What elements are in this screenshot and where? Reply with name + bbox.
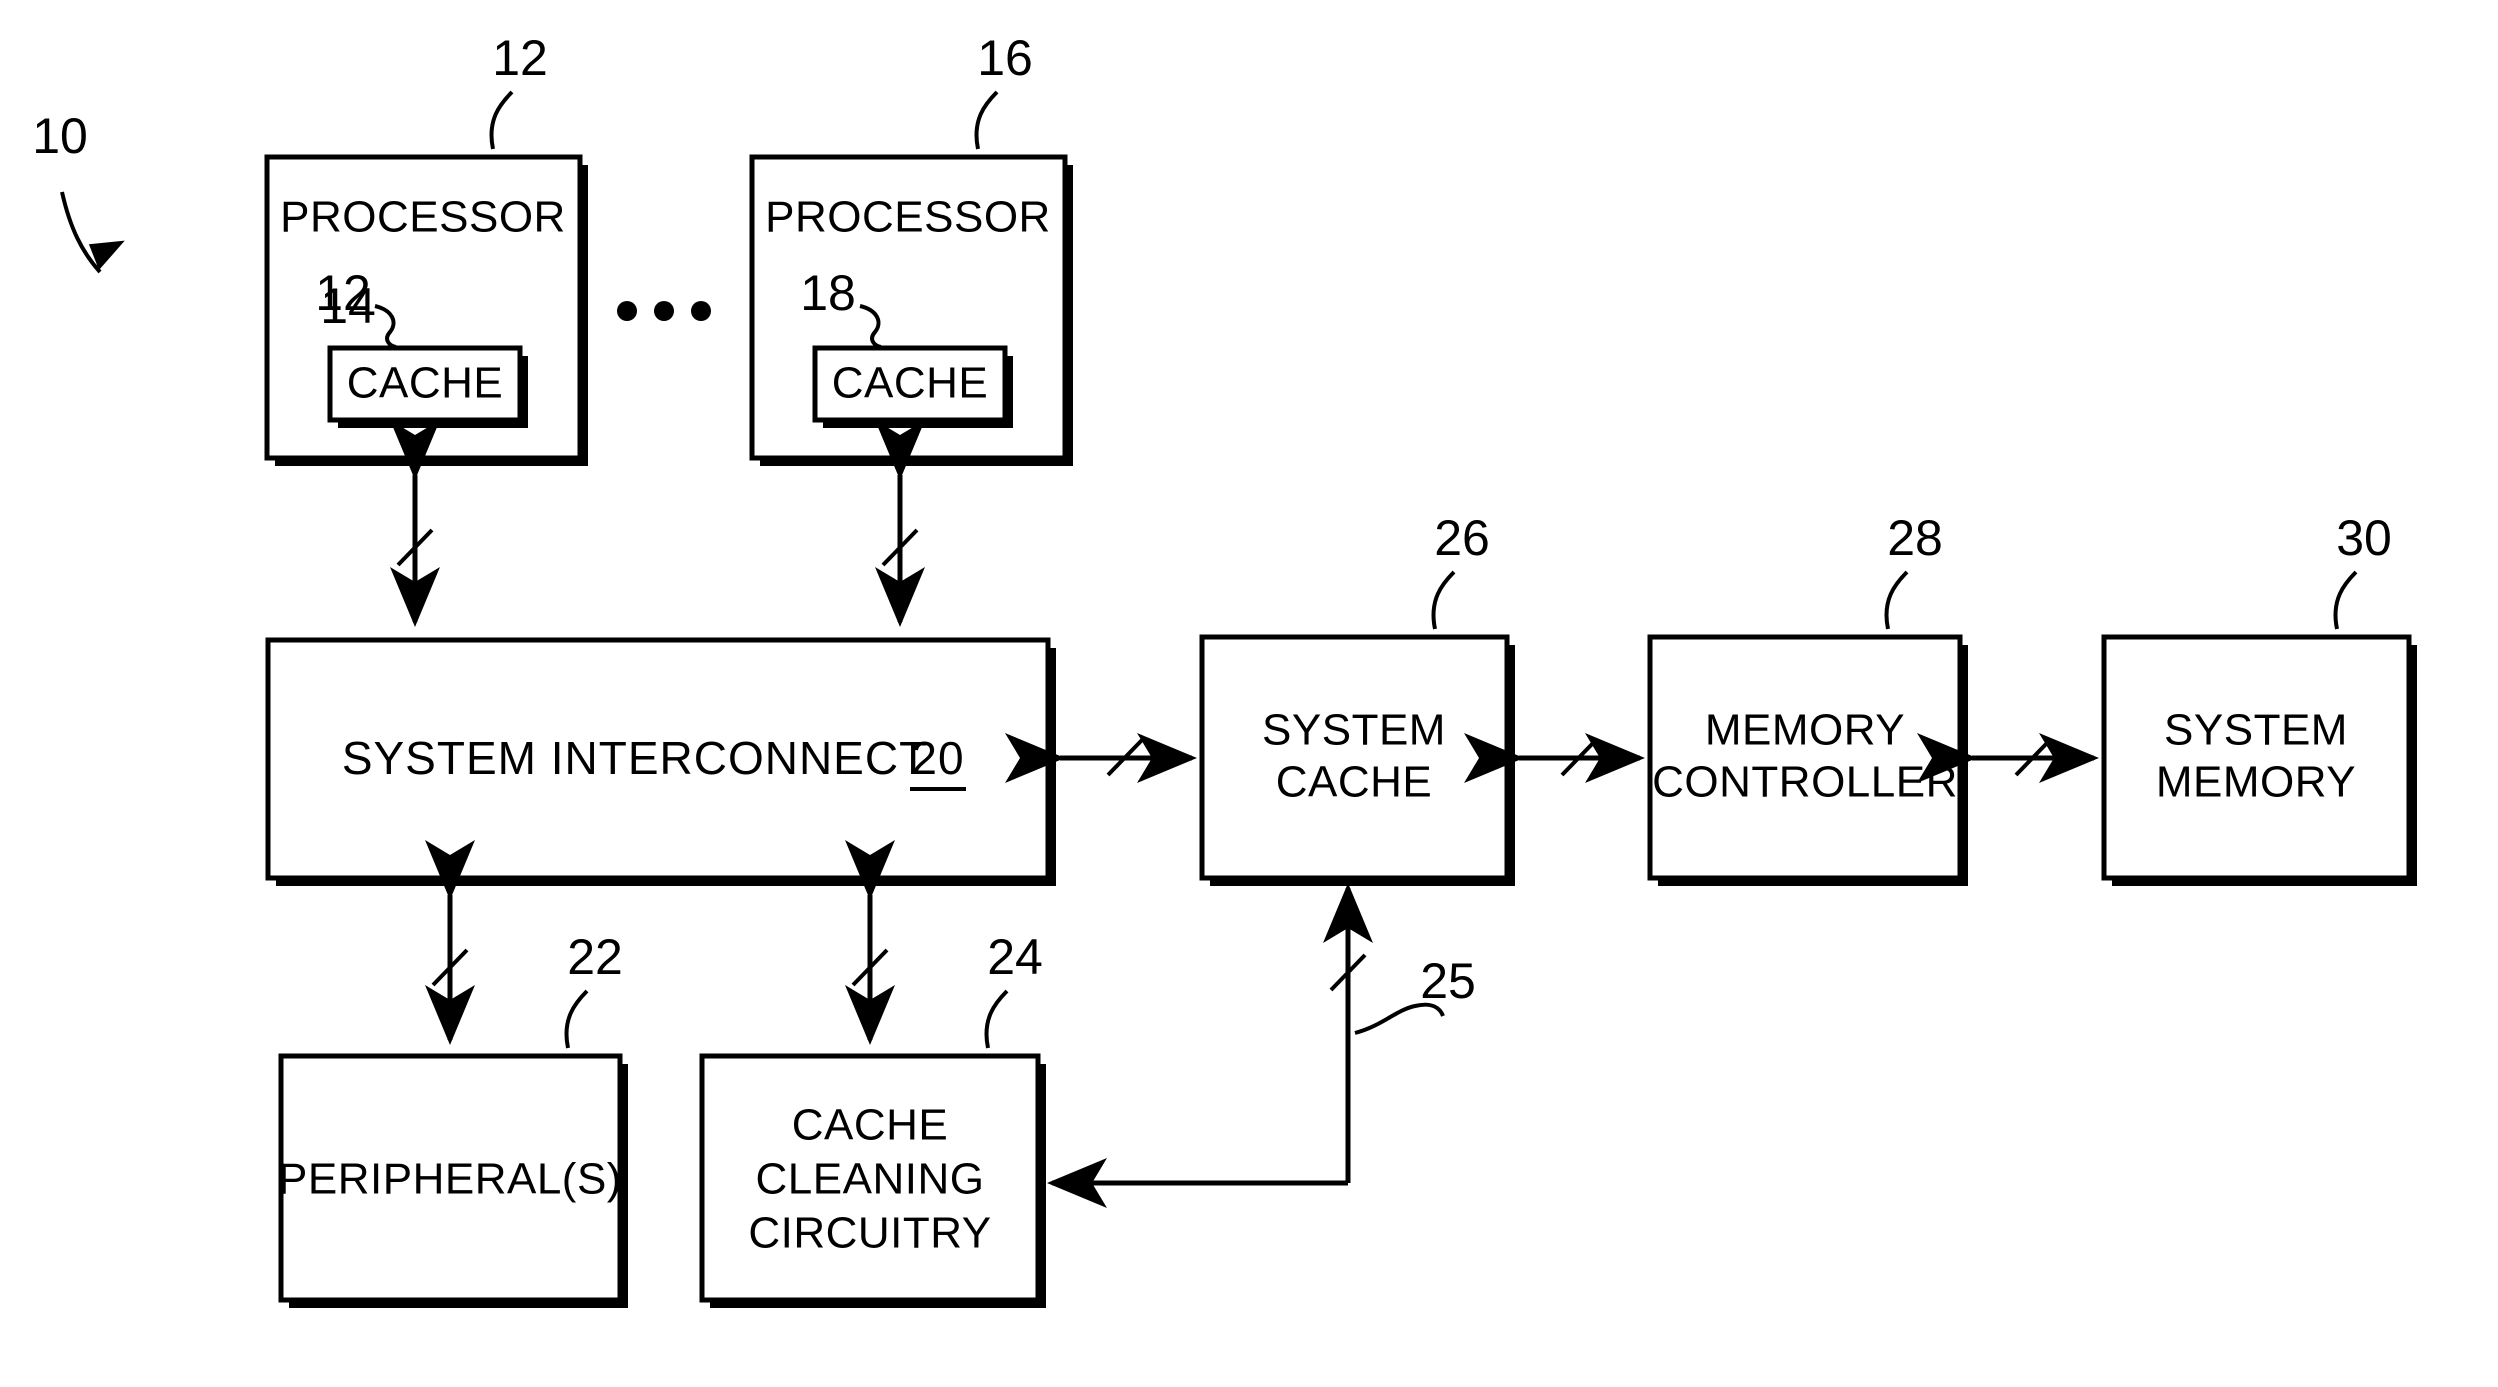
system-cache-label-line2: CACHE: [1276, 758, 1433, 807]
cache-cleaning-label-line1: CACHE: [792, 1101, 949, 1150]
processor-1-ref-leader: [489, 90, 514, 150]
memory-controller-ref-28: 28: [1887, 510, 1943, 566]
cache-cleaning-ref-24: 24: [987, 929, 1043, 985]
system-ref-leader: [60, 191, 102, 274]
system-cache-label-line1: SYSTEM: [1262, 706, 1446, 755]
cache-2-label: CACHE: [832, 359, 989, 408]
conn25-ref-25: 25: [1420, 953, 1476, 1009]
system-cache-ref-leader: [1431, 570, 1456, 630]
peripherals-label: PERIPHERAL(S): [278, 1155, 622, 1204]
processor-1-label: PROCESSOR: [280, 193, 566, 242]
processor-2-label: PROCESSOR: [765, 193, 1051, 242]
system-ref-number: 10: [32, 108, 88, 164]
memory-controller-label-line1: MEMORY: [1705, 706, 1905, 755]
processor-2-ref-number: 18: [800, 265, 856, 321]
ellipsis-dot-2: [654, 301, 674, 321]
system-memory-label-line1: SYSTEM: [2164, 706, 2348, 755]
system-cache-ref-26: 26: [1434, 510, 1490, 566]
peripherals-ref-22: 22: [567, 929, 623, 985]
cache-cleaning-ref-leader: [984, 989, 1009, 1049]
memory-controller-label-line2: CONTROLLER: [1652, 758, 1958, 807]
ellipsis-dot-1: [617, 301, 637, 321]
cache-1-ref-number: 14: [320, 278, 376, 334]
cache-1-label: CACHE: [347, 359, 504, 408]
system-memory-ref-leader: [2333, 570, 2358, 630]
patent-figure-canvas: 10 PROCESSOR 12 12 CACHE 14 PROCESSOR 18…: [0, 0, 2498, 1387]
cache-cleaning-label-line3: CIRCUITRY: [748, 1209, 991, 1258]
system-block-diagram: 10 PROCESSOR 12 12 CACHE 14 PROCESSOR 18…: [32, 30, 2417, 1308]
processor-2-ref-16: 16: [977, 30, 1033, 86]
system-ref-arrowhead: [88, 240, 125, 270]
cache-cleaning-label-line2: CLEANING: [756, 1155, 985, 1204]
processor-1-ref-12: 12: [492, 30, 548, 86]
system-interconnect-ref-number: 20: [911, 732, 964, 784]
system-memory-label-line2: MEMORY: [2156, 758, 2356, 807]
processor-2-ref-leader: [974, 90, 999, 150]
system-interconnect-label: SYSTEM INTERCONNECT: [342, 732, 928, 784]
ellipsis-dot-3: [691, 301, 711, 321]
system-memory-ref-30: 30: [2336, 510, 2392, 566]
peripherals-ref-leader: [564, 989, 589, 1049]
memory-controller-ref-leader: [1884, 570, 1909, 630]
